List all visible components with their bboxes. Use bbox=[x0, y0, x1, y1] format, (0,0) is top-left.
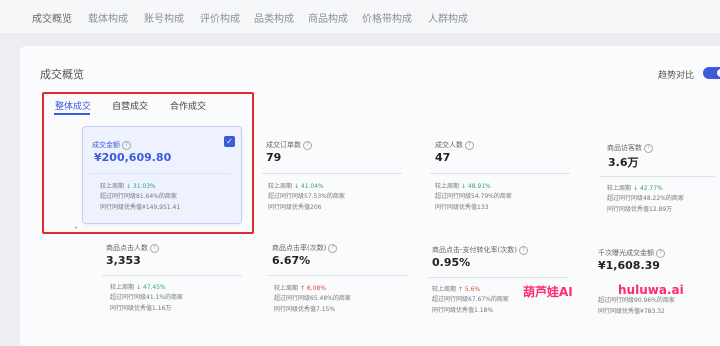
metric-label: 商品访客数? bbox=[607, 143, 653, 153]
metric-value: 0.95% bbox=[432, 256, 471, 269]
divider bbox=[90, 173, 230, 174]
nav-tab-price[interactable]: 价格带构成 bbox=[362, 10, 412, 25]
metric-label: 商品点击人数? bbox=[106, 243, 159, 253]
metric-compare: 较上周期 ↓ 42.77% bbox=[607, 185, 663, 192]
help-icon[interactable]: ? bbox=[656, 248, 665, 258]
metric-compare: 较上周期 ↓ 48.91% bbox=[435, 183, 491, 190]
divider bbox=[262, 173, 402, 174]
divider bbox=[600, 176, 715, 177]
metric-peer-excellent: 同行同级优秀值¥149,951.41 bbox=[100, 204, 181, 211]
metric-peer-excellent: 同行同级优秀值12.89万 bbox=[607, 206, 673, 213]
metric-value: 47 bbox=[435, 151, 451, 164]
watermark-brand: 葫芦娃AI bbox=[523, 285, 573, 299]
section-title: 成交概览 bbox=[40, 68, 84, 81]
trend-compare-toggle[interactable] bbox=[703, 67, 720, 79]
metric-compare: 较上周期 ↑ 6.08% bbox=[274, 285, 326, 292]
nav-tab-product[interactable]: 商品构成 bbox=[308, 10, 348, 25]
metric-peer-excellent: 同行同级优秀值¥783.32 bbox=[598, 308, 665, 315]
metric-compare: 较上周期 ↓ 31.03% bbox=[100, 183, 156, 190]
divider bbox=[428, 277, 568, 278]
help-icon[interactable]: ? bbox=[465, 140, 474, 150]
metric-label: 商品点击-支付转化率(次数)? bbox=[432, 245, 528, 255]
metric-label: 成交订单数? bbox=[266, 140, 312, 150]
metric-peer-excellent: 同行同级优秀值7.15% bbox=[274, 306, 336, 313]
help-icon[interactable]: ? bbox=[150, 243, 159, 253]
help-icon[interactable]: ? bbox=[122, 140, 131, 150]
metric-value: 79 bbox=[266, 151, 282, 164]
metric-compare: 较上周期 ↓ 47.45% bbox=[110, 284, 166, 291]
watermark-site: huluwa.ai bbox=[618, 283, 684, 297]
metric-peer-rank: 超过同行同级48.22%的商家 bbox=[607, 195, 684, 202]
metric-peer-rank: 超过同行同级90.96%的商家 bbox=[598, 297, 675, 304]
metric-peer-rank: 超过同行同级81.64%的商家 bbox=[100, 193, 177, 200]
metric-compare: 较上周期 ↓ 41.04% bbox=[268, 183, 324, 190]
nav-tab-review[interactable]: 评价构成 bbox=[200, 10, 240, 25]
metric-value: 3,353 bbox=[106, 254, 141, 267]
metric-value: ¥200,609.80 bbox=[94, 151, 172, 164]
metric-peer-rank: 超过同行同级41.1%的商家 bbox=[110, 294, 184, 301]
help-icon[interactable]: ? bbox=[519, 245, 528, 255]
metric-peer-excellent: 同行同级优秀值133 bbox=[435, 204, 489, 211]
help-icon[interactable]: ? bbox=[644, 143, 653, 153]
nav-tab-carrier[interactable]: 载体构成 bbox=[88, 10, 128, 25]
metric-label: 成交人数? bbox=[435, 140, 474, 150]
nav-tab-audience[interactable]: 人群构成 bbox=[428, 10, 468, 25]
top-nav: 成交概览 载体构成 账号构成 评价构成 品类构成 商品构成 价格带构成 人群构成 bbox=[0, 0, 720, 35]
metric-peer-rank: 超过同行同级67.67%的商家 bbox=[432, 296, 509, 303]
metric-value: ¥1,608.39 bbox=[598, 259, 660, 272]
divider bbox=[430, 173, 570, 174]
metric-value: 6.67% bbox=[272, 254, 311, 267]
metric-peer-rank: 超过同行同级65.48%的商家 bbox=[274, 295, 351, 302]
help-icon[interactable]: ? bbox=[303, 140, 312, 150]
nav-tab-account[interactable]: 账号构成 bbox=[144, 10, 184, 25]
nav-tab-overview[interactable]: 成交概览 bbox=[32, 10, 72, 25]
check-icon[interactable]: ✓ bbox=[224, 136, 235, 147]
divider bbox=[102, 275, 242, 276]
nav-tab-category[interactable]: 品类构成 bbox=[254, 10, 294, 25]
metric-peer-rank: 超过同行同级54.79%的商家 bbox=[435, 193, 512, 200]
metric-peer-rank: 超过同行同级57.53%的商家 bbox=[268, 193, 345, 200]
divider bbox=[268, 275, 408, 276]
metric-peer-excellent: 同行同级优秀值1.16万 bbox=[110, 305, 172, 312]
metric-compare: 较上周期 ↑ 5.6% bbox=[432, 286, 481, 293]
metric-label: 成交金额? bbox=[92, 140, 131, 150]
metric-label: 商品点击率(次数)? bbox=[272, 243, 338, 253]
metric-label: 千次曝光成交金额? bbox=[598, 248, 665, 258]
metric-peer-excellent: 同行同级优秀值206 bbox=[268, 204, 322, 211]
metric-value: 3.6万 bbox=[608, 156, 639, 169]
help-icon[interactable]: ? bbox=[328, 243, 338, 253]
drag-handle-icon: ◂ bbox=[74, 224, 78, 231]
trend-compare-label: 趋势对比 bbox=[658, 71, 695, 81]
metric-peer-excellent: 同行同级优秀值1.18% bbox=[432, 307, 494, 314]
